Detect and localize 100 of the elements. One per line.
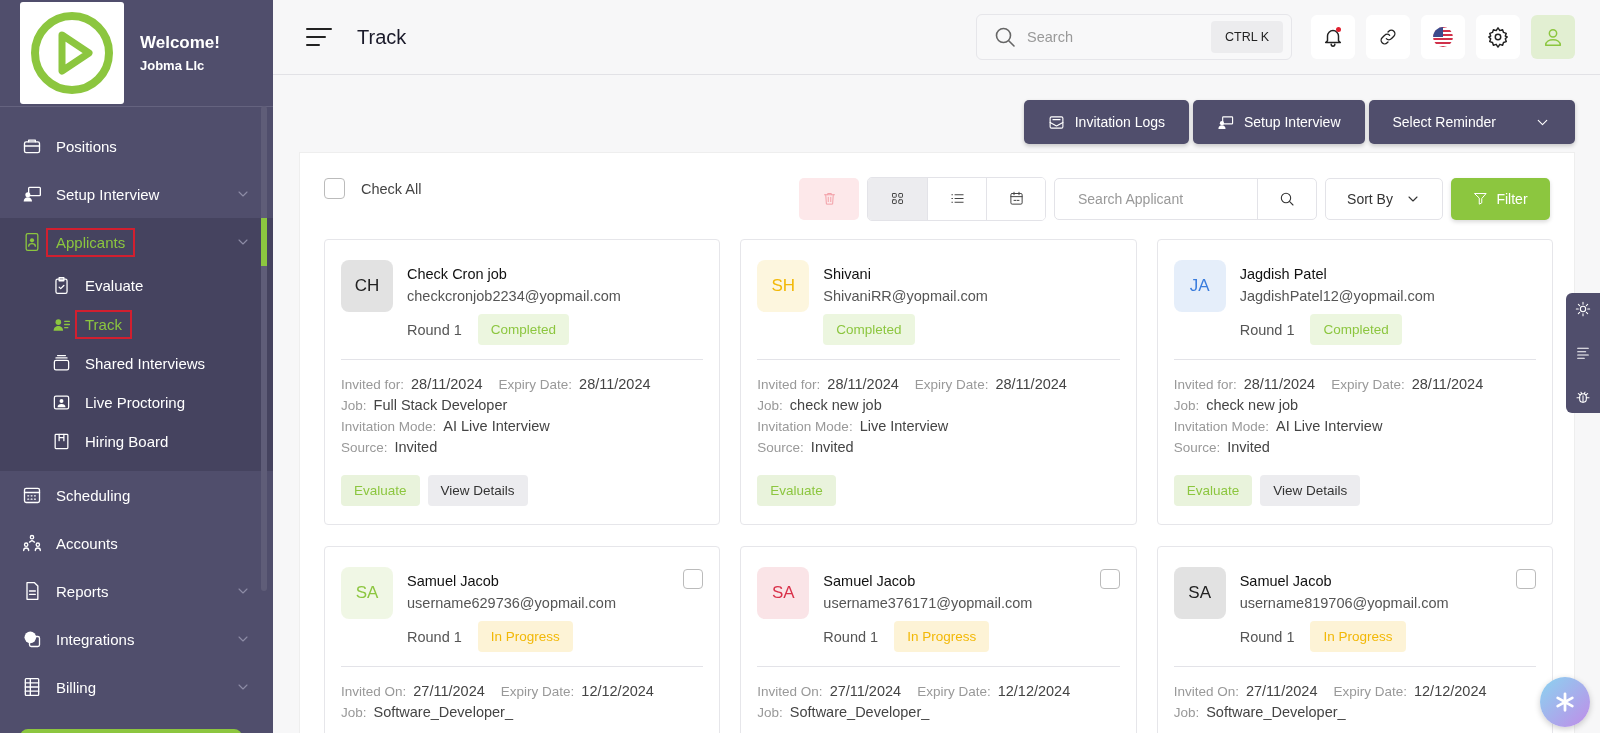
reminder-dropdown[interactable]: Select Reminder [1368, 100, 1575, 144]
align-button[interactable] [1575, 345, 1591, 361]
field-value: 27/11/2024 [829, 683, 902, 699]
applicant-search-bar[interactable]: Search Applicant [1054, 177, 1317, 220]
status-tag: Completed [1310, 314, 1402, 345]
status-tag: Completed [823, 314, 915, 345]
card-checkbox[interactable] [1099, 569, 1120, 589]
notifications-button[interactable] [1311, 15, 1355, 59]
stack-icon [52, 354, 71, 373]
sidebar-item[interactable]: Scheduling [0, 471, 273, 519]
sidebar-item[interactable]: Integrations [0, 615, 273, 663]
applicant-search-field[interactable]: Search Applicant [1055, 178, 1257, 219]
field-value: 28/11/2024 [1411, 376, 1484, 392]
applicant-email: JagdishPatel12@yopmail.com [1239, 288, 1435, 304]
debug-button[interactable] [1575, 389, 1591, 405]
sidebar-subitem[interactable]: Live Proctoring [0, 383, 273, 422]
sidebar-subitem[interactable]: Evaluate [0, 266, 273, 305]
field-value: Invited [1227, 439, 1270, 455]
avatar-initials: JA [1173, 260, 1226, 312]
sidebar-item-label: Applicants [46, 227, 136, 257]
funnel-icon [1473, 191, 1489, 206]
round-label: Round 1 [407, 321, 462, 338]
field-value: Invited [810, 439, 854, 455]
card-checkbox[interactable] [1516, 569, 1536, 589]
link-icon [1378, 27, 1398, 47]
field-label: Invited for: [757, 377, 821, 392]
sidebar-item-label: Billing [55, 677, 98, 698]
field-label: Source: [1173, 440, 1221, 455]
field-value: 28/11/2024 [411, 376, 483, 392]
applicant-name: Samuel Jacob [1239, 573, 1332, 589]
field-label: Job: [1173, 398, 1200, 413]
field-label: Expiry Date: [917, 684, 991, 699]
welcome-text: Welcome! [140, 33, 220, 53]
sidebar-subitem-label: Evaluate [84, 276, 145, 296]
sidebar-subitem[interactable]: Shared Interviews [0, 344, 273, 383]
field-label: Expiry Date: [914, 377, 989, 392]
calendar-icon [1008, 191, 1024, 206]
profile-button[interactable] [1531, 15, 1575, 59]
chat-bubble-icon [22, 629, 42, 649]
text-align-icon [1575, 345, 1591, 361]
applicant-name: Samuel Jacob [823, 573, 916, 589]
field-label: Expiry Date: [500, 684, 575, 699]
sidebar-item[interactable]: Reports [0, 567, 273, 615]
calendar-view-button[interactable] [986, 177, 1045, 220]
avatar-initials: CH [341, 260, 393, 312]
field-value: 12/12/2024 [997, 683, 1071, 699]
card-checkbox[interactable] [683, 569, 704, 589]
field-label: Invitation Mode: [757, 419, 853, 434]
field-value: 28/11/2024 [995, 376, 1067, 392]
avatar-initials: SA [1173, 567, 1226, 619]
search-icon [1279, 190, 1295, 207]
search-bar[interactable]: Search CTRL K [976, 14, 1292, 60]
sidebar-subitem[interactable]: Hiring Board [0, 422, 273, 461]
view-details-button[interactable]: View Details [1260, 475, 1361, 506]
sidebar-item[interactable]: Setup Interview [0, 170, 273, 218]
status-tag: Completed [477, 314, 570, 345]
field-label: Expiry Date: [498, 377, 573, 392]
field-value: check new job [1206, 397, 1299, 413]
field-value: 27/11/2024 [413, 683, 485, 699]
theme-button[interactable] [1575, 301, 1591, 317]
grid-view-button[interactable] [868, 177, 927, 220]
field-label: Expiry Date: [1333, 684, 1407, 699]
clipboard-check-icon [52, 276, 71, 295]
search-field[interactable]: Search [1025, 28, 1203, 46]
field-label: Job: [341, 398, 367, 413]
sort-dropdown[interactable]: Sort By [1325, 177, 1443, 220]
field-label: Source: [757, 440, 804, 455]
invitation-logs-button[interactable]: Invitation Logs [1023, 100, 1189, 144]
field-label: Invited for: [341, 377, 405, 392]
field-label: Source: [341, 440, 388, 455]
sidebar-subitem[interactable]: Track [0, 305, 273, 344]
applicant-name: Samuel Jacob [407, 573, 499, 589]
field-label: Invitation Mode: [1173, 419, 1269, 434]
sidebar-item[interactable]: Positions [0, 122, 273, 170]
applicant-email: username629736@yopmail.com [407, 595, 616, 611]
trash-icon [821, 191, 837, 206]
settings-button[interactable] [1476, 15, 1520, 59]
language-button[interactable] [1421, 15, 1465, 59]
sun-icon [1575, 301, 1591, 317]
sidebar-item[interactable]: Applicants [0, 218, 273, 266]
view-details-button[interactable]: View Details [427, 475, 528, 506]
applicant-email: username819706@yopmail.com [1239, 595, 1449, 611]
status-tag: In Progress [477, 621, 573, 652]
bug-icon [1575, 389, 1591, 405]
check-all-checkbox[interactable] [324, 178, 345, 199]
sidebar-item[interactable]: Billing [0, 663, 273, 711]
scrollbar[interactable] [261, 106, 267, 591]
round-label: Round 1 [1239, 321, 1295, 338]
field-value: 12/12/2024 [1414, 683, 1487, 699]
sidebar-item[interactable]: Accounts [0, 519, 273, 567]
field-label: Invitation Mode: [341, 419, 437, 434]
sidebar-item-label: Positions [55, 136, 118, 157]
link-button[interactable] [1366, 15, 1410, 59]
sidebar-subitem-label: Track [75, 310, 132, 339]
field-value: 12/12/2024 [581, 683, 654, 699]
field-label: Job: [1173, 705, 1200, 720]
field-value: 28/11/2024 [1243, 376, 1316, 392]
field-value: Software_Developer_ [789, 704, 930, 720]
setup-interview-button[interactable]: Setup Interview [1193, 100, 1365, 144]
field-label: Invited for: [1173, 377, 1237, 392]
